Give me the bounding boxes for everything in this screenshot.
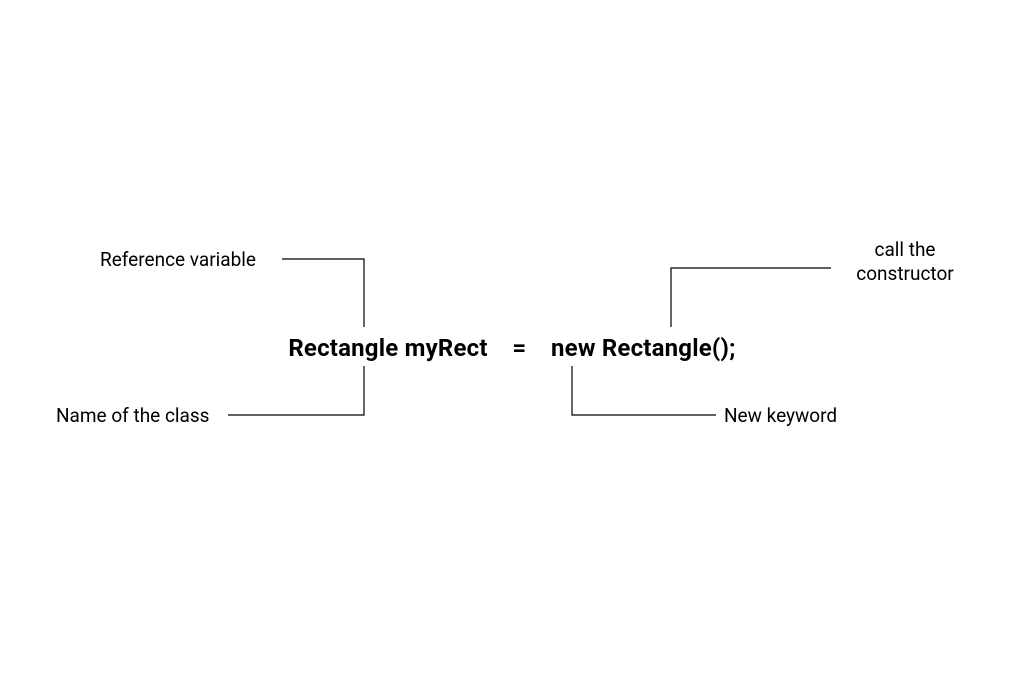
connector-call-constructor	[671, 268, 831, 327]
code-var-name: myRect	[405, 334, 488, 362]
label-call-constructor: call the constructor	[840, 238, 970, 286]
label-call-constructor-line1: call the	[875, 238, 936, 261]
label-call-constructor-line2: constructor	[856, 262, 953, 285]
code-equals: =	[512, 334, 526, 362]
connector-reference-variable	[282, 259, 364, 327]
connector-class-name	[228, 366, 364, 415]
code-constructor-call: Rectangle();	[602, 334, 736, 362]
label-reference-variable: Reference variable	[100, 248, 256, 271]
code-class-name: Rectangle	[288, 334, 398, 362]
diagram-stage: Rectangle myRect = new Rectangle(); Refe…	[0, 0, 1024, 683]
code-new-keyword: new	[551, 334, 596, 362]
label-new-keyword: New keyword	[724, 404, 837, 427]
code-expression: Rectangle myRect = new Rectangle();	[0, 334, 1024, 362]
connector-new-keyword	[572, 366, 716, 415]
label-class-name: Name of the class	[56, 404, 209, 427]
